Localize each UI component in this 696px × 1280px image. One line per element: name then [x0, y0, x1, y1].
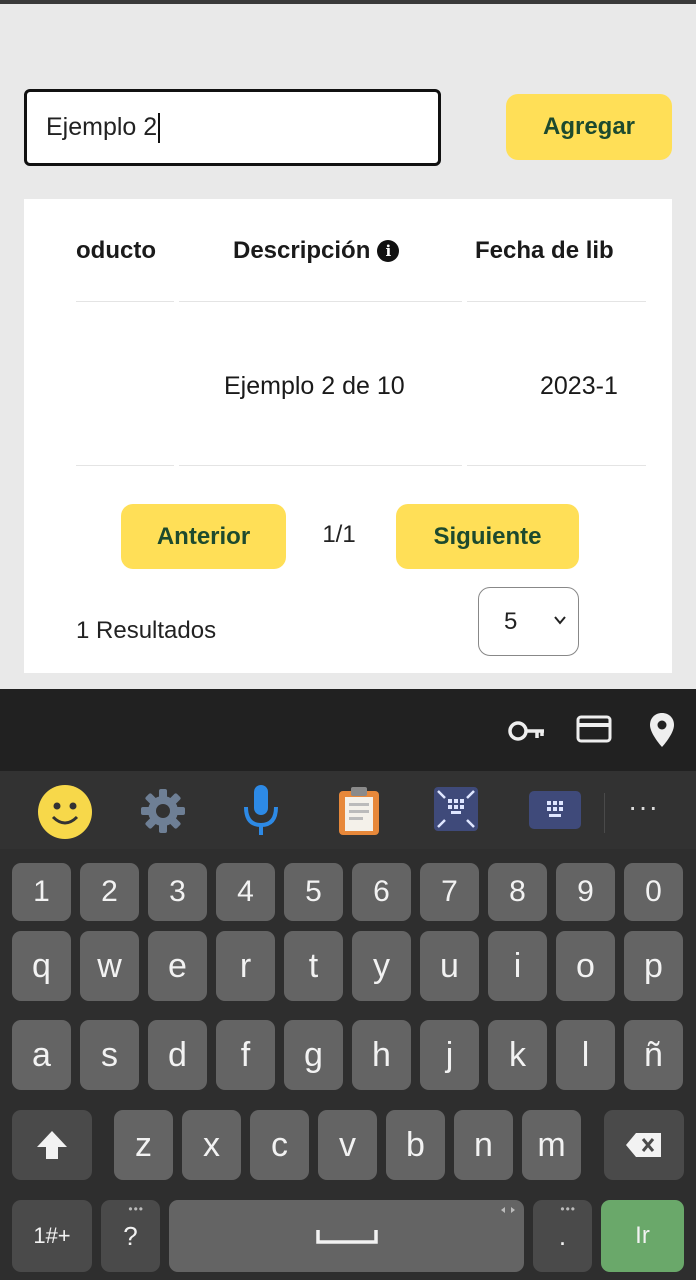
backspace-key[interactable] [604, 1110, 684, 1180]
microphone-icon[interactable] [241, 783, 281, 839]
key-0[interactable]: 0 [624, 863, 683, 921]
backspace-icon [626, 1133, 661, 1157]
key-b[interactable]: b [386, 1110, 445, 1180]
space-key[interactable] [169, 1200, 524, 1272]
products-card: oducto Descripción i Fecha de lib Ejempl… [24, 199, 672, 673]
key-n[interactable]: n [454, 1110, 513, 1180]
key-f[interactable]: f [216, 1020, 275, 1090]
toolbar-divider [604, 793, 605, 833]
info-icon[interactable]: i [377, 240, 400, 262]
key-c[interactable]: c [250, 1110, 309, 1180]
shift-arrow-icon [37, 1131, 67, 1159]
key-t[interactable]: t [284, 931, 343, 1001]
row-divider [467, 465, 646, 466]
key-4[interactable]: 4 [216, 863, 275, 921]
go-key[interactable]: Ir [601, 1200, 684, 1272]
key-q[interactable]: q [12, 931, 71, 1001]
key-j[interactable]: j [420, 1020, 479, 1090]
shift-key[interactable] [12, 1110, 92, 1180]
text-caret [158, 112, 161, 143]
key-y[interactable]: y [352, 931, 411, 1001]
key-5[interactable]: 5 [284, 863, 343, 921]
autofill-bar [0, 689, 696, 771]
cell-descripcion: Ejemplo 2 de 10 [224, 372, 405, 400]
key-w[interactable]: w [80, 931, 139, 1001]
keyboard-toolbar: ··· [0, 771, 696, 849]
clipboard-icon[interactable] [336, 785, 382, 837]
header-divider [467, 301, 646, 302]
status-bar-edge [0, 0, 696, 4]
question-key[interactable]: ••• ? [101, 1200, 160, 1272]
results-count: 1 Resultados [76, 617, 217, 644]
cell-fecha: 2023-1 [540, 372, 618, 400]
key-g[interactable]: g [284, 1020, 343, 1090]
keyboard-keys: 1 2 3 4 5 6 7 8 9 0 q w e r t y u i o p … [0, 849, 696, 1280]
column-header-producto[interactable]: oducto [76, 237, 156, 265]
key-o[interactable]: o [556, 931, 615, 1001]
key-k[interactable]: k [488, 1020, 547, 1090]
key-enye[interactable]: ñ [624, 1020, 683, 1090]
key-hint-dots: ••• [560, 1202, 576, 1216]
previous-page-button[interactable]: Anterior [121, 504, 286, 569]
key-s[interactable]: s [80, 1020, 139, 1090]
page-size-select[interactable]: 5 [478, 587, 579, 656]
key-d[interactable]: d [148, 1020, 207, 1090]
product-name-input[interactable]: Ejemplo 2 [24, 89, 441, 166]
next-page-button[interactable]: Siguiente [396, 504, 579, 569]
key-7[interactable]: 7 [420, 863, 479, 921]
key-r[interactable]: r [216, 931, 275, 1001]
key-8[interactable]: 8 [488, 863, 547, 921]
emoji-icon[interactable] [37, 784, 93, 840]
key-hint-dots: ••• [128, 1202, 144, 1216]
products-table: oducto Descripción i Fecha de lib Ejempl… [76, 199, 646, 469]
key-m[interactable]: m [522, 1110, 581, 1180]
more-icon[interactable]: ··· [628, 791, 659, 823]
key-icon[interactable] [507, 713, 547, 749]
symbols-key[interactable]: 1#+ [12, 1200, 92, 1272]
key-3[interactable]: 3 [148, 863, 207, 921]
key-u[interactable]: u [420, 931, 479, 1001]
key-p[interactable]: p [624, 931, 683, 1001]
key-a[interactable]: a [12, 1020, 71, 1090]
key-v[interactable]: v [318, 1110, 377, 1180]
key-z[interactable]: z [114, 1110, 173, 1180]
row-divider [76, 465, 174, 466]
key-e[interactable]: e [148, 931, 207, 1001]
header-divider [179, 301, 462, 302]
credit-card-icon[interactable] [576, 713, 612, 745]
column-header-fecha[interactable]: Fecha de lib [475, 237, 614, 265]
column-header-descripcion[interactable]: Descripción i [233, 237, 400, 265]
keyboard-icon[interactable] [527, 789, 583, 831]
period-key-label: . [558, 1220, 567, 1251]
row-divider [179, 465, 462, 466]
space-bar-icon [315, 1230, 378, 1244]
page-size-value: 5 [504, 607, 518, 635]
key-9[interactable]: 9 [556, 863, 615, 921]
header-divider [76, 301, 174, 302]
key-h[interactable]: h [352, 1020, 411, 1090]
key-l[interactable]: l [556, 1020, 615, 1090]
question-key-label: ? [123, 1220, 138, 1251]
key-i[interactable]: i [488, 931, 547, 1001]
resize-icon[interactable] [432, 785, 480, 833]
key-2[interactable]: 2 [80, 863, 139, 921]
key-x[interactable]: x [182, 1110, 241, 1180]
key-1[interactable]: 1 [12, 863, 71, 921]
product-name-input-value: Ejemplo 2 [46, 113, 158, 141]
language-switch-icon [501, 1207, 515, 1213]
page-indicator: 1/1 [322, 521, 356, 548]
add-button[interactable]: Agregar [506, 94, 672, 160]
chevron-down-icon [554, 616, 566, 625]
period-key[interactable]: ••• . [533, 1200, 592, 1272]
soft-keyboard: ··· 1 2 3 4 5 6 7 8 9 0 q w e r t y u i … [0, 689, 696, 1280]
column-header-descripcion-label: Descripción [233, 237, 371, 264]
settings-icon[interactable] [139, 787, 187, 835]
key-6[interactable]: 6 [352, 863, 411, 921]
location-pin-icon[interactable] [648, 711, 676, 749]
